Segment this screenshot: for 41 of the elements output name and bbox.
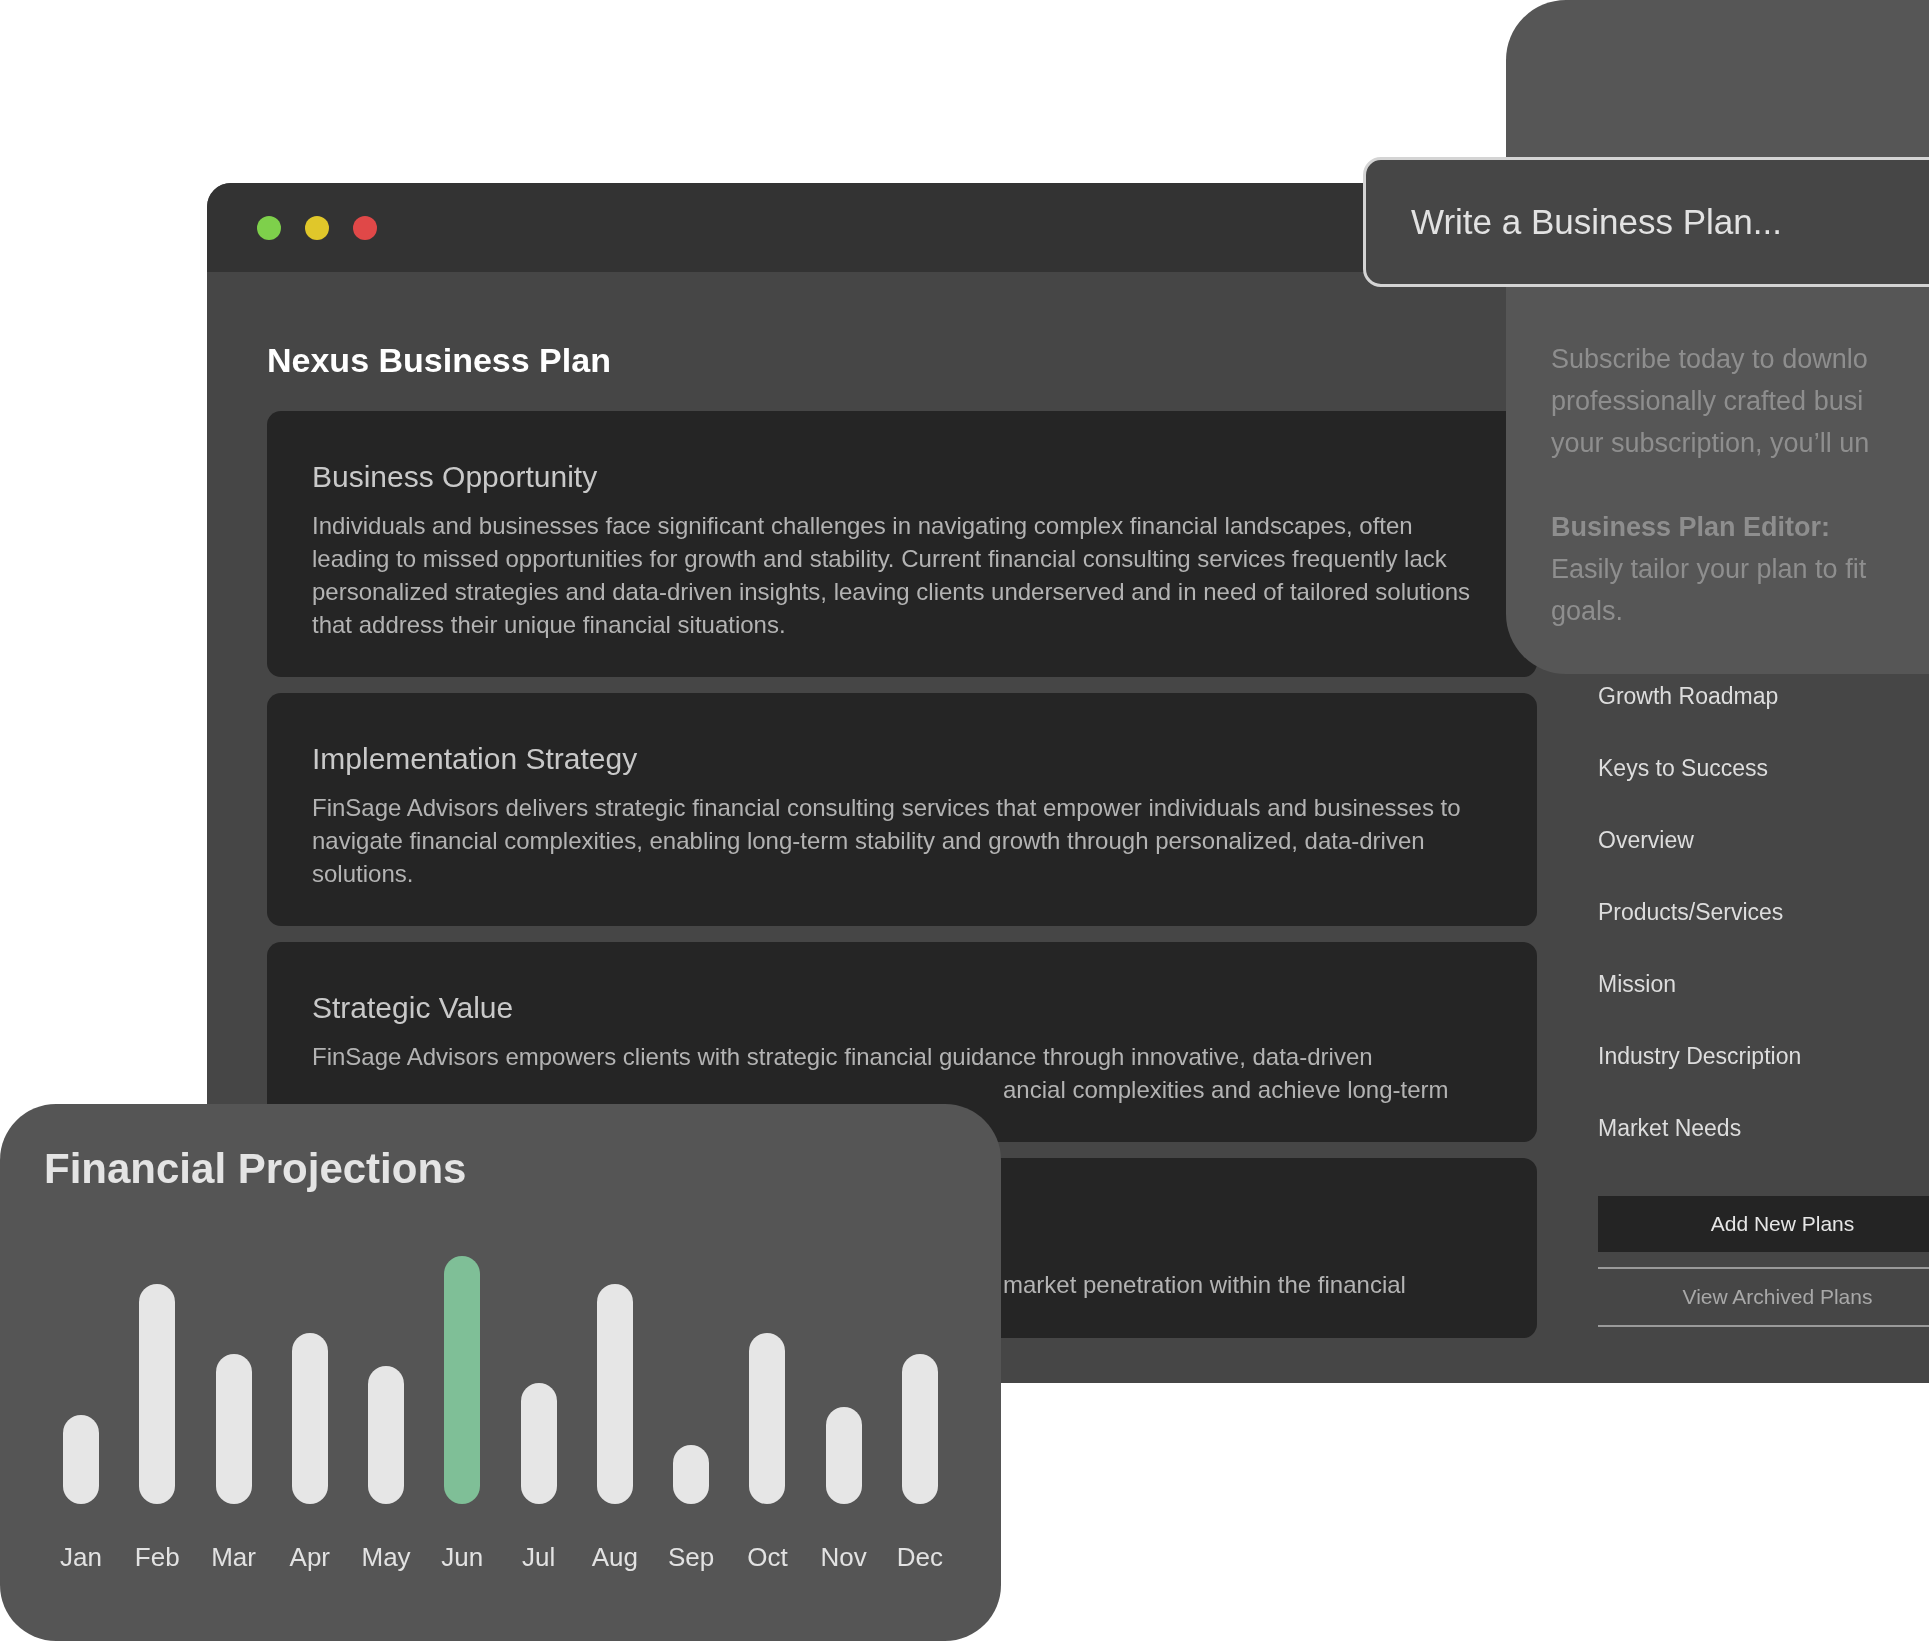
month-label: Jan: [60, 1542, 102, 1572]
sidebar-item[interactable]: Mission: [1598, 970, 1676, 998]
sidebar-item[interactable]: Market Needs: [1598, 1114, 1742, 1142]
add-plans-button[interactable]: Add New Plans: [1598, 1196, 1929, 1252]
prompt-field[interactable]: Write a Business Plan...: [1363, 157, 1929, 287]
feature-text: goals.: [1551, 595, 1624, 628]
section-text: FinSage Advisors delivers strategic financial consulting services that empower individuals and businesses to navigate financial complexities, enabling long-term stability and growth through personalized, data-driven solutions.: [312, 793, 1462, 889]
month-label: Jul: [521, 1542, 556, 1572]
minimize-button[interactable]: [305, 215, 329, 240]
promo-text: your subscription, you’ll un: [1551, 427, 1870, 460]
month-label: Mar: [211, 1542, 256, 1572]
section-heading: Business Opportunity: [312, 459, 599, 495]
promo-text: professionally crafted busi: [1551, 385, 1864, 418]
plan-title: Nexus Business Plan: [267, 340, 612, 380]
month-label: Apr: [289, 1542, 331, 1572]
section-text: FinSage Advisors empowers clients with strategic financial guidance through innovative, data-driven: [312, 1042, 1374, 1072]
card-title: Financial Projections: [44, 1144, 468, 1194]
section-heading: Strategic Value: [312, 990, 515, 1026]
sidebar-item[interactable]: Keys to Success: [1598, 754, 1769, 782]
maximize-button[interactable]: [257, 215, 281, 240]
archived-plans-button[interactable]: View Archived Plans: [1598, 1267, 1929, 1327]
section-heading: Implementation Strategy: [312, 741, 639, 777]
promo-text: Subscribe today to downlo: [1551, 343, 1868, 376]
month-label: Nov: [820, 1542, 867, 1572]
section-text: market penetration within the financial: [1003, 1270, 1406, 1300]
sidebar-item[interactable]: Products/Services: [1598, 898, 1784, 926]
feature-text: Easily tailor your plan to fit: [1551, 553, 1867, 586]
month-label: Sep: [668, 1542, 715, 1572]
section-text: ancial complexities and achieve long-term: [1003, 1075, 1449, 1105]
sidebar-item[interactable]: Growth Roadmap: [1598, 682, 1779, 710]
month-label: Dec: [896, 1542, 944, 1572]
month-label: Aug: [591, 1542, 638, 1572]
sidebar-item[interactable]: Industry Description: [1598, 1042, 1802, 1070]
month-label: Jun: [441, 1542, 484, 1572]
month-label: May: [361, 1542, 411, 1572]
month-label: Oct: [747, 1542, 788, 1572]
close-button[interactable]: [353, 215, 377, 240]
month-label: Feb: [134, 1542, 180, 1572]
section-text: Individuals and businesses face significant challenges in navigating complex financial landscapes, often leading to missed opportunities for growth and stability. Current financial consulting services frequently lack personalized strategies and data-driven insights, leaving clients underserved and in need of tailored solutions that address their unique financial situations.: [312, 511, 1472, 640]
sidebar-item[interactable]: Overview: [1598, 826, 1694, 854]
feature-title: Business Plan Editor:: [1551, 511, 1831, 544]
